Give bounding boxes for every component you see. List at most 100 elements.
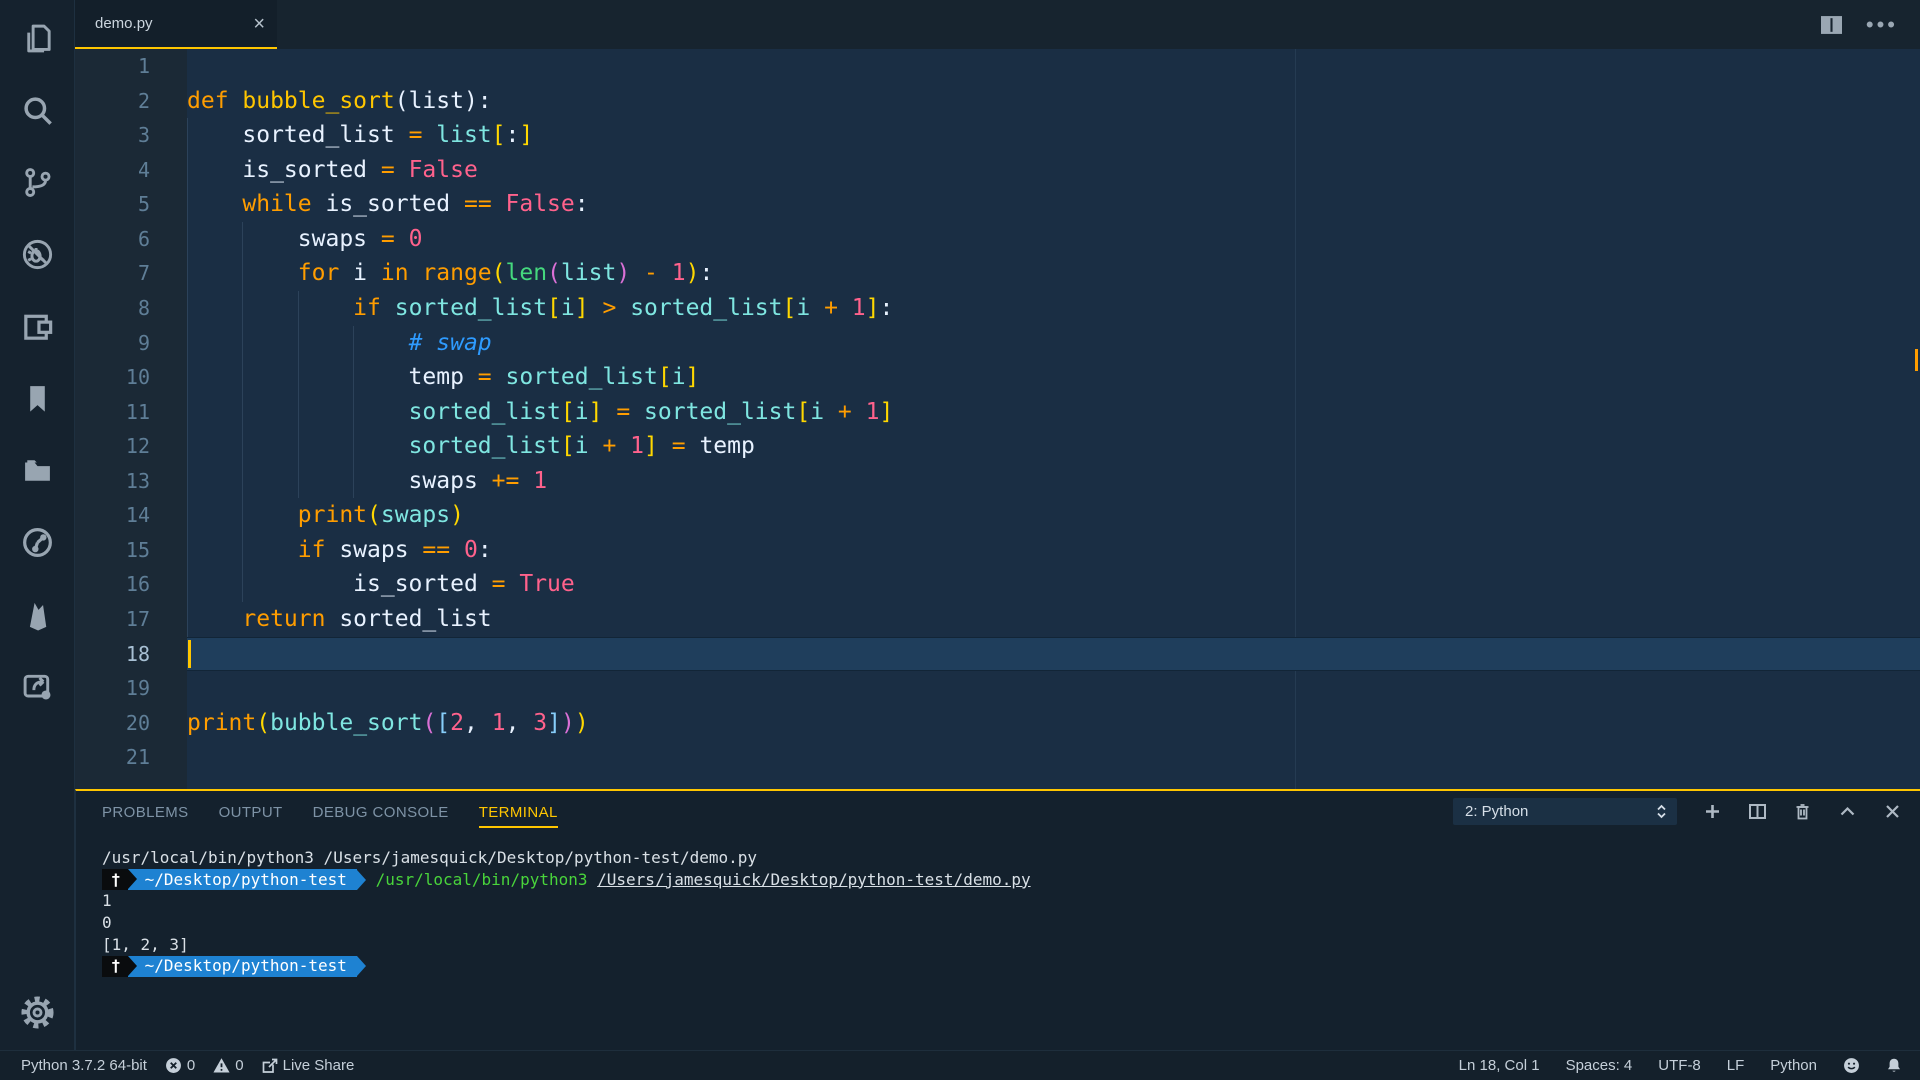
terminal-output[interactable]: /usr/local/bin/python3 /Users/jamesquick… — [76, 831, 1920, 1050]
activity-search-button[interactable] — [0, 74, 74, 146]
text-cursor — [188, 640, 191, 669]
code-line[interactable]: 19 — [75, 671, 1920, 706]
activity-source-control-button[interactable] — [0, 146, 74, 218]
activity-bookmarks-button[interactable] — [0, 362, 74, 434]
code-line[interactable]: 10 temp = sorted_list[i] — [75, 360, 1920, 395]
status-python-interpreter[interactable]: Python 3.7.2 64-bit — [21, 1057, 147, 1074]
panel-tab-debug-console[interactable]: DEBUG CONSOLE — [313, 804, 449, 828]
more-actions-icon[interactable]: ••• — [1866, 12, 1898, 38]
activity-settings-button[interactable] — [0, 976, 74, 1048]
status-live-share[interactable]: Live Share — [262, 1057, 355, 1074]
line-number: 6 — [75, 222, 187, 257]
terminal-link[interactable]: /Users/jamesquick/Desktop/python-test/de… — [597, 869, 1030, 891]
activity-live-share-button[interactable] — [0, 650, 74, 722]
code-line[interactable]: 8 if sorted_list[i] > sorted_list[i + 1]… — [75, 291, 1920, 326]
error-icon — [165, 1057, 182, 1074]
code-line[interactable]: 1 — [75, 49, 1920, 84]
plus-icon — [1703, 802, 1722, 821]
source-control-icon — [20, 165, 55, 200]
line-number: 21 — [75, 740, 187, 775]
status-label: 0 — [187, 1057, 195, 1074]
code-line[interactable]: 2def bubble_sort(list): — [75, 84, 1920, 119]
status-notifications[interactable] — [1886, 1057, 1902, 1074]
code-line[interactable]: 12 sorted_list[i + 1] = temp — [75, 429, 1920, 464]
terminal-text: 0 — [102, 912, 112, 934]
panel-tab-terminal[interactable]: TERMINAL — [479, 804, 558, 828]
split-editor-icon[interactable] — [1821, 16, 1842, 34]
line-number: 9 — [75, 326, 187, 361]
status-language-mode[interactable]: Python — [1770, 1057, 1817, 1074]
status-feedback[interactable] — [1843, 1057, 1860, 1074]
line-number: 11 — [75, 395, 187, 430]
panel-tab-output[interactable]: OUTPUT — [219, 804, 283, 828]
code-line[interactable]: 20print(bubble_sort([2, 1, 3])) — [75, 706, 1920, 741]
terminal-line: 0 — [102, 912, 1920, 934]
terminal-line: /usr/local/bin/python3 /Users/jamesquick… — [102, 847, 1920, 869]
code-line[interactable]: 7 for i in range(len(list) - 1): — [75, 256, 1920, 291]
code-line[interactable]: 5 while is_sorted == False: — [75, 187, 1920, 222]
code-line[interactable]: 18 — [75, 637, 1920, 672]
status-warnings[interactable]: 0 — [213, 1057, 243, 1074]
terminal-line: 1 — [102, 890, 1920, 912]
activity-extensions-button[interactable] — [0, 290, 74, 362]
activity-firebase-button[interactable] — [0, 578, 74, 650]
status-bar-right: Ln 18, Col 1 Spaces: 4 UTF-8 LF Python — [1459, 1057, 1902, 1074]
activity-explorer-button[interactable] — [0, 2, 74, 74]
prompt-badge: † — [102, 956, 128, 977]
code-line[interactable]: 21 — [75, 740, 1920, 775]
code-line[interactable]: 13 swaps += 1 — [75, 464, 1920, 499]
status-indentation[interactable]: Spaces: 4 — [1566, 1057, 1633, 1074]
chevron-up-icon — [1838, 802, 1857, 821]
code-text: def bubble_sort(list): — [187, 84, 1920, 119]
terminal-text: /usr/local/bin/python3 /Users/jamesquick… — [102, 847, 757, 869]
status-encoding[interactable]: UTF-8 — [1658, 1057, 1701, 1074]
code-text — [187, 49, 1920, 84]
terminal-line: †~/Desktop/python-test — [102, 955, 1920, 977]
line-number: 20 — [75, 706, 187, 741]
terminal-selector[interactable]: 2: Python — [1453, 798, 1677, 825]
activity-gitlens-button[interactable] — [0, 506, 74, 578]
code-line[interactable]: 9 # swap — [75, 326, 1920, 361]
activity-project-manager-button[interactable] — [0, 434, 74, 506]
code-line[interactable]: 4 is_sorted = False — [75, 153, 1920, 188]
code-editor[interactable]: 12def bubble_sort(list):3 sorted_list = … — [75, 49, 1920, 789]
status-eol[interactable]: LF — [1727, 1057, 1745, 1074]
folder-icon — [20, 453, 55, 488]
tab-close-icon[interactable]: × — [253, 14, 265, 34]
status-cursor-position[interactable]: Ln 18, Col 1 — [1459, 1057, 1540, 1074]
terminal-text: [1, 2, 3] — [102, 934, 189, 956]
bell-icon — [1886, 1057, 1902, 1074]
code-line[interactable]: 11 sorted_list[i] = sorted_list[i + 1] — [75, 395, 1920, 430]
status-label: Python — [1770, 1057, 1817, 1074]
code-line[interactable]: 6 swaps = 0 — [75, 222, 1920, 257]
code-text: for i in range(len(list) - 1): — [187, 256, 1920, 291]
line-number: 16 — [75, 567, 187, 602]
warning-icon — [213, 1057, 230, 1074]
line-number: 2 — [75, 84, 187, 119]
live-share-icon — [20, 669, 55, 704]
line-number: 7 — [75, 256, 187, 291]
status-label: LF — [1727, 1057, 1745, 1074]
tab-demo-py[interactable]: demo.py × — [75, 0, 277, 49]
code-line[interactable]: 17 return sorted_list — [75, 602, 1920, 637]
line-number: 17 — [75, 602, 187, 637]
status-label: Live Share — [283, 1057, 355, 1074]
code-text: swaps += 1 — [187, 464, 1920, 499]
explorer-icon — [20, 21, 55, 56]
line-number: 1 — [75, 49, 187, 84]
code-line[interactable]: 16 is_sorted = True — [75, 567, 1920, 602]
code-line[interactable]: 15 if swaps == 0: — [75, 533, 1920, 568]
code-line[interactable]: 3 sorted_list = list[:] — [75, 118, 1920, 153]
code-line[interactable]: 14 print(swaps) — [75, 498, 1920, 533]
maximize-panel-button[interactable] — [1838, 802, 1857, 821]
new-terminal-button[interactable] — [1703, 802, 1722, 821]
kill-terminal-button[interactable] — [1793, 802, 1812, 821]
close-panel-button[interactable] — [1883, 802, 1902, 821]
split-panel-icon — [1748, 802, 1767, 821]
prompt-directory: ~/Desktop/python-test — [128, 956, 357, 977]
panel-tab-problems[interactable]: PROBLEMS — [102, 804, 189, 828]
status-label: UTF-8 — [1658, 1057, 1701, 1074]
split-terminal-button[interactable] — [1748, 802, 1767, 821]
activity-debug-button[interactable] — [0, 218, 74, 290]
status-errors[interactable]: 0 — [165, 1057, 195, 1074]
